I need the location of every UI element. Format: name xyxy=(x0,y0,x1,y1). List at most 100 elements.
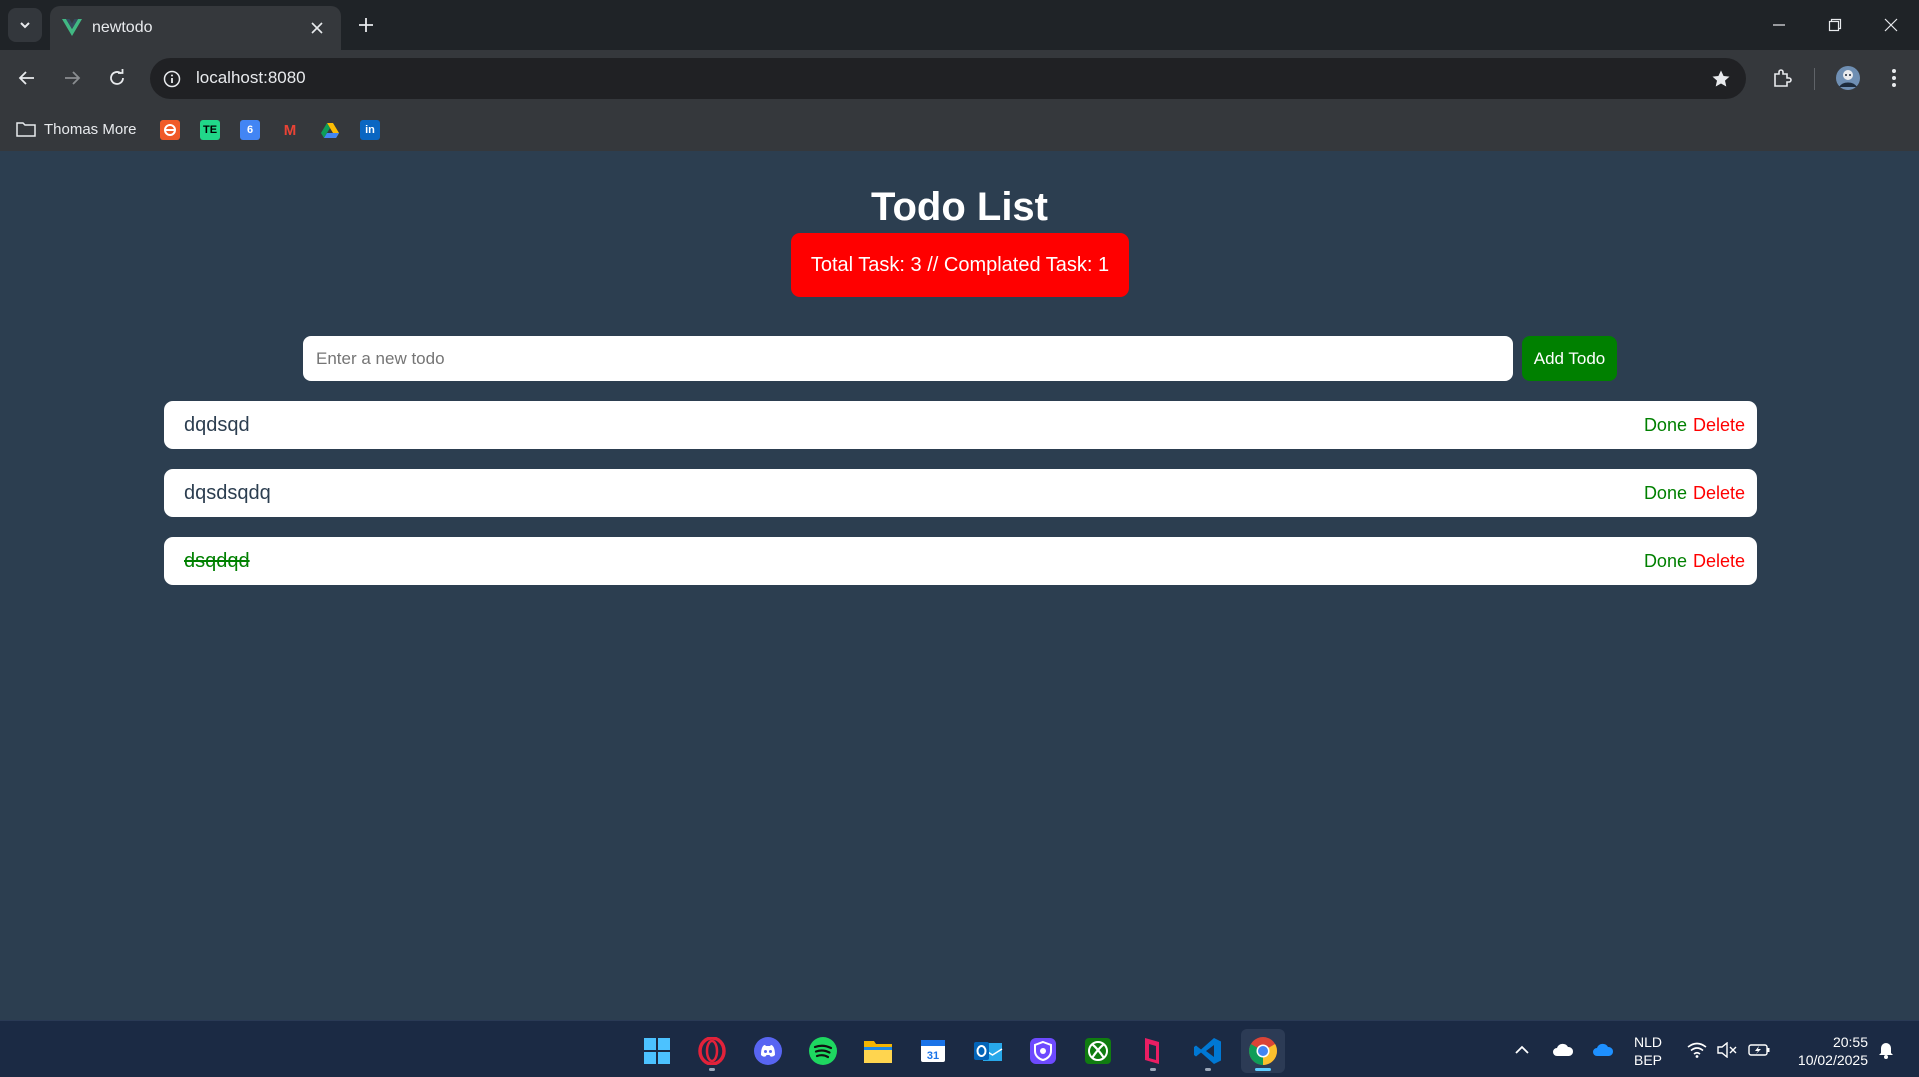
input-language[interactable]: NLD BEP xyxy=(1634,1033,1662,1069)
bookmark-5[interactable] xyxy=(320,120,340,140)
taskbar-spotify[interactable] xyxy=(801,1029,845,1073)
minimize-button[interactable] xyxy=(1751,0,1807,50)
bookmark-2-label: TE xyxy=(202,124,218,136)
bookmark-2[interactable]: TE xyxy=(200,120,220,140)
bookmark-4[interactable]: M xyxy=(280,120,300,140)
taskbar-file-explorer[interactable] xyxy=(856,1029,900,1073)
vscode-icon xyxy=(1194,1038,1221,1064)
new-tab-button[interactable] xyxy=(352,11,380,39)
linkedin-icon: in xyxy=(365,124,375,136)
clock-date: 10/02/2025 xyxy=(1797,1052,1868,1068)
todo-text: dqdsqd xyxy=(184,414,250,436)
show-hidden-icons[interactable] xyxy=(1508,1021,1536,1077)
close-window-button[interactable] xyxy=(1863,0,1919,50)
clock[interactable]: 20:55 10/02/2025 xyxy=(1780,1033,1868,1069)
start-button[interactable] xyxy=(635,1029,679,1073)
window-controls xyxy=(1751,0,1919,50)
onedrive-personal[interactable] xyxy=(1548,1021,1578,1077)
reload-button[interactable] xyxy=(99,60,135,96)
bookmark-folder-label: Thomas More xyxy=(44,120,137,138)
chevron-up-icon xyxy=(1515,1045,1529,1054)
site-info-icon[interactable] xyxy=(160,67,184,91)
delete-button[interactable]: Delete xyxy=(1693,483,1745,504)
app-icon xyxy=(1145,1038,1159,1064)
running-indicator xyxy=(1205,1068,1211,1071)
calendar-icon: 31 xyxy=(921,1040,945,1062)
todo-actions: Done Delete xyxy=(1644,483,1745,504)
bookmark-folder[interactable]: Thomas More xyxy=(16,117,137,141)
page-title: Todo List xyxy=(871,185,1048,229)
google-drive-icon xyxy=(321,123,339,138)
bell-icon xyxy=(1879,1042,1893,1059)
discord-icon xyxy=(754,1037,782,1065)
taskbar-outlook[interactable] xyxy=(966,1029,1010,1073)
taskbar-chrome[interactable] xyxy=(1241,1029,1285,1073)
todo-actions: Done Delete xyxy=(1644,415,1745,436)
extensions-icon[interactable] xyxy=(1764,60,1800,96)
taskbar: 31 NLD BEP 20:55 10/02/2025 xyxy=(0,1020,1919,1077)
calendar-day: 31 xyxy=(927,1050,939,1062)
tab-title: newtodo xyxy=(92,19,153,36)
taskbar-opera[interactable] xyxy=(690,1029,734,1073)
close-tab-icon[interactable] xyxy=(305,16,329,40)
url-text: localhost:8080 xyxy=(196,68,306,87)
done-button[interactable]: Done xyxy=(1644,483,1687,504)
todo-item: dqsdsqdq Done Delete xyxy=(164,469,1757,517)
wifi-status[interactable] xyxy=(1683,1021,1711,1077)
todo-actions: Done Delete xyxy=(1644,551,1745,572)
close-icon xyxy=(1884,18,1898,32)
keyboard-layout: BEP xyxy=(1634,1052,1663,1068)
bookmark-3[interactable]: 6 xyxy=(240,120,260,140)
outlook-icon xyxy=(974,1042,1003,1061)
gitlab-like-icon xyxy=(164,124,176,136)
clock-time: 20:55 xyxy=(1832,1034,1868,1050)
delete-button[interactable]: Delete xyxy=(1693,551,1745,572)
onedrive-business[interactable] xyxy=(1588,1021,1618,1077)
proton-vpn-icon xyxy=(1030,1038,1056,1064)
menu-icon[interactable] xyxy=(1876,60,1912,96)
volume-status[interactable] xyxy=(1713,1021,1741,1077)
taskbar-app[interactable] xyxy=(1131,1029,1175,1073)
xbox-icon xyxy=(1085,1038,1111,1064)
plus-icon xyxy=(359,18,373,32)
delete-button[interactable]: Delete xyxy=(1693,415,1745,436)
address-bar[interactable]: localhost:8080 xyxy=(150,58,1746,99)
restore-button[interactable] xyxy=(1807,0,1863,50)
bookmark-6[interactable]: in xyxy=(360,120,380,140)
forward-button[interactable] xyxy=(54,60,90,96)
reload-icon xyxy=(110,69,124,85)
arrow-left-icon xyxy=(18,71,34,85)
taskbar-proton-vpn[interactable] xyxy=(1021,1029,1065,1073)
spotify-icon xyxy=(809,1037,837,1065)
profile-avatar[interactable] xyxy=(1830,60,1866,96)
opera-icon xyxy=(698,1037,726,1065)
add-todo-button[interactable]: Add Todo xyxy=(1522,336,1617,381)
folder-icon xyxy=(16,122,36,137)
taskbar-vscode[interactable] xyxy=(1186,1029,1230,1073)
running-indicator xyxy=(1150,1068,1156,1071)
running-indicator xyxy=(709,1068,715,1071)
notifications[interactable] xyxy=(1872,1021,1900,1077)
battery-status[interactable] xyxy=(1744,1021,1774,1077)
done-button[interactable]: Done xyxy=(1644,551,1687,572)
tab-search-button[interactable] xyxy=(8,8,42,42)
browser-tab[interactable]: newtodo xyxy=(50,6,341,50)
taskbar-xbox[interactable] xyxy=(1076,1029,1120,1073)
bookmark-3-label: 6 xyxy=(246,124,254,136)
page-content: Todo List Total Task: 3 // Complated Tas… xyxy=(0,151,1919,1020)
bookmark-star-icon[interactable] xyxy=(1708,66,1734,92)
done-button[interactable]: Done xyxy=(1644,415,1687,436)
wifi-icon xyxy=(1687,1042,1707,1058)
language-code: NLD xyxy=(1634,1034,1663,1050)
todo-text: dqsdsqdq xyxy=(184,482,271,504)
bookmark-1[interactable] xyxy=(160,120,180,140)
restore-icon xyxy=(1828,18,1842,32)
volume-muted-icon xyxy=(1717,1041,1737,1058)
battery-charging-icon xyxy=(1748,1043,1770,1056)
taskbar-calendar[interactable]: 31 xyxy=(911,1029,955,1073)
taskbar-discord[interactable] xyxy=(746,1029,790,1073)
task-stats-badge: Total Task: 3 // Complated Task: 1 xyxy=(791,233,1129,297)
back-button[interactable] xyxy=(9,60,45,96)
new-todo-input[interactable] xyxy=(303,336,1513,381)
todo-text: dsqdqd xyxy=(184,550,250,572)
